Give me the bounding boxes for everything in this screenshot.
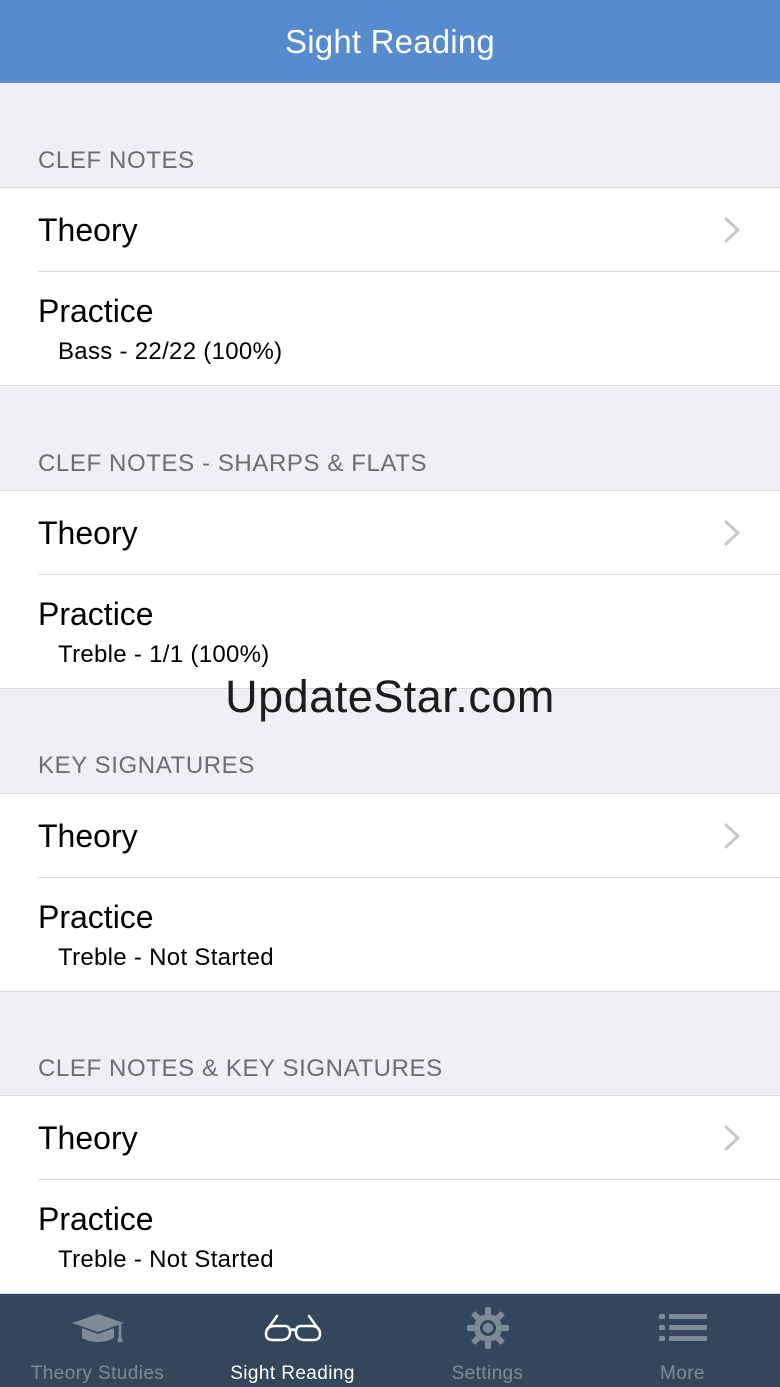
- chevron-right-icon: [724, 217, 740, 243]
- practice-label: Practice: [38, 1201, 154, 1237]
- section-header-clef-notes: CLEF NOTES: [38, 147, 195, 174]
- watermark-text: UpdateStar.com: [225, 671, 555, 722]
- practice-row[interactable]: Practice Bass - 22/22 (100%): [0, 272, 780, 385]
- theory-row[interactable]: Theory: [0, 188, 780, 272]
- tab-more[interactable]: More: [585, 1294, 780, 1387]
- practice-label: Practice: [38, 293, 154, 329]
- theory-row[interactable]: Theory: [0, 491, 780, 575]
- theory-label: Theory: [38, 1119, 138, 1156]
- tab-label: Settings: [451, 1363, 524, 1384]
- practice-status: Treble - 1/1 (100%): [58, 641, 270, 668]
- tab-label: Theory Studies: [30, 1363, 165, 1384]
- graduation-cap-icon: [70, 1308, 126, 1348]
- practice-label: Practice: [38, 899, 154, 935]
- section-group-key-signatures: Theory Practice Treble - Not Started: [0, 793, 780, 992]
- theory-label: Theory: [38, 514, 138, 551]
- section-group-clef-notes-key-signatures: Theory Practice Treble - Not Started: [0, 1095, 780, 1294]
- glasses-icon: [263, 1308, 323, 1348]
- gear-icon: [466, 1307, 510, 1349]
- practice-status: Treble - Not Started: [58, 1246, 274, 1273]
- section-header-clef-notes-key-signatures: CLEF NOTES & KEY SIGNATURES: [38, 1055, 443, 1082]
- section-header-clef-notes-sharps-flats: CLEF NOTES - SHARPS & FLATS: [38, 450, 428, 477]
- chevron-right-icon: [724, 520, 740, 546]
- theory-label: Theory: [38, 211, 138, 248]
- practice-status: Bass - 22/22 (100%): [58, 338, 283, 365]
- list-icon: [658, 1308, 707, 1348]
- chevron-right-icon: [724, 1125, 740, 1151]
- theory-row[interactable]: Theory: [0, 794, 780, 878]
- nav-bar: Sight Reading: [0, 0, 780, 83]
- practice-status: Treble - Not Started: [58, 944, 274, 971]
- theory-row[interactable]: Theory: [0, 1096, 780, 1180]
- tab-bar: Theory Studies Sight Reading Settings Mo…: [0, 1294, 780, 1387]
- theory-label: Theory: [38, 817, 138, 854]
- section-group-clef-notes-sharps-flats: Theory Practice Treble - 1/1 (100%): [0, 490, 780, 689]
- page-title: Sight Reading: [285, 22, 495, 60]
- practice-row[interactable]: Practice Treble - Not Started: [0, 1180, 780, 1293]
- section-header-key-signatures: KEY SIGNATURES: [38, 752, 255, 779]
- tab-theory-studies[interactable]: Theory Studies: [0, 1294, 195, 1387]
- tab-settings[interactable]: Settings: [390, 1294, 585, 1387]
- tab-label: More: [660, 1363, 705, 1384]
- practice-row[interactable]: Practice Treble - Not Started: [0, 878, 780, 991]
- tab-label: Sight Reading: [230, 1363, 355, 1384]
- practice-label: Practice: [38, 596, 154, 632]
- chevron-right-icon: [724, 823, 740, 849]
- tab-sight-reading[interactable]: Sight Reading: [195, 1294, 390, 1387]
- section-group-clef-notes: Theory Practice Bass - 22/22 (100%): [0, 187, 780, 386]
